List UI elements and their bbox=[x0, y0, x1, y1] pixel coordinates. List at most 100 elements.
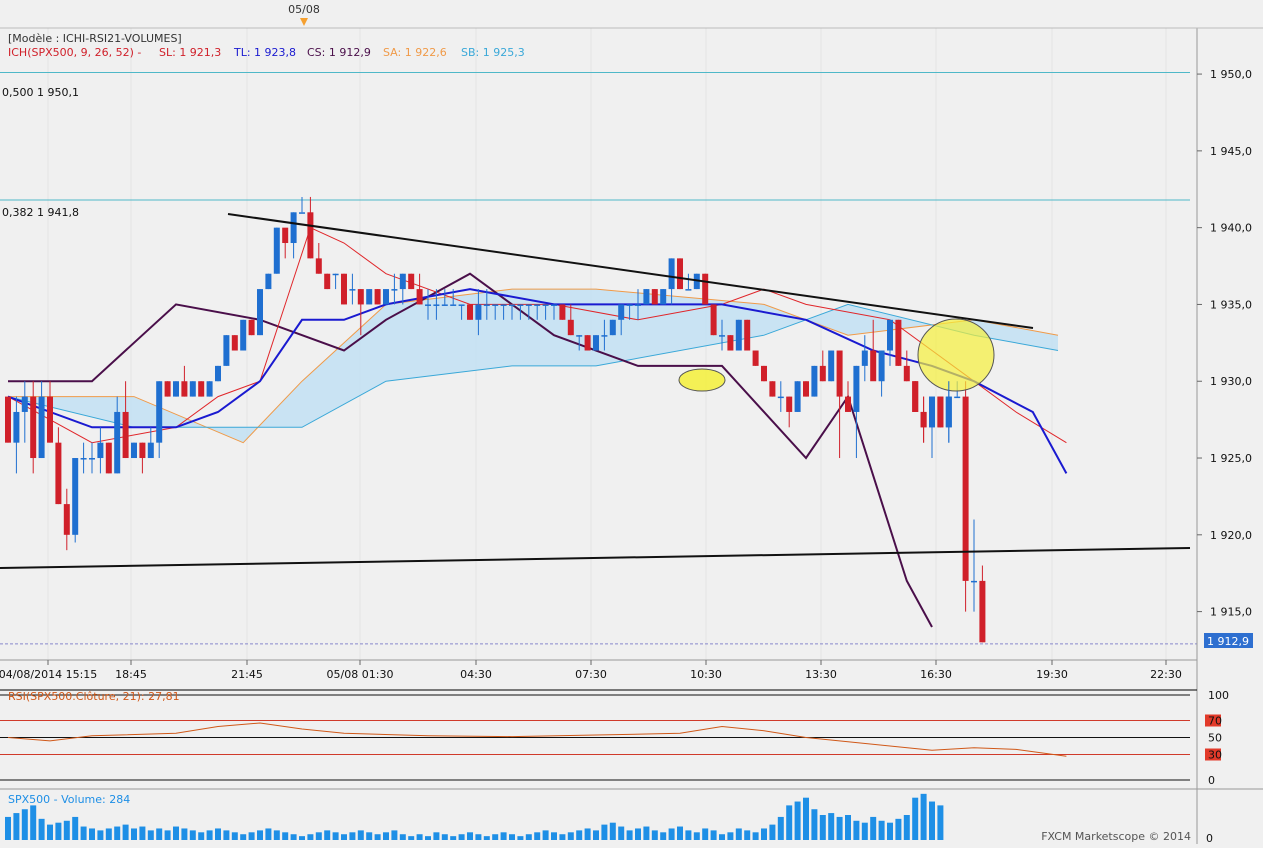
price-tick-label: 1 950,0 bbox=[1210, 68, 1252, 81]
candle-body bbox=[777, 396, 784, 399]
volume-bar bbox=[576, 830, 583, 840]
candle-body bbox=[374, 289, 381, 305]
candle-body bbox=[920, 411, 927, 428]
candle-body bbox=[954, 396, 961, 399]
volume-bar bbox=[425, 836, 431, 840]
candle-body bbox=[164, 381, 171, 397]
candle-body bbox=[861, 350, 868, 366]
candle-body bbox=[710, 304, 717, 336]
volume-bar bbox=[206, 830, 213, 840]
volume-bar bbox=[122, 824, 129, 840]
volume-bar bbox=[273, 830, 280, 840]
candle-body bbox=[912, 381, 919, 412]
candle-body bbox=[324, 273, 331, 290]
volume-bar bbox=[593, 830, 599, 840]
candle-body bbox=[878, 350, 885, 382]
volume-bar bbox=[131, 828, 137, 840]
candle-body bbox=[349, 289, 356, 291]
volume-bar bbox=[752, 832, 759, 840]
time-tick-label: 10:30 bbox=[690, 668, 722, 681]
volume-bar bbox=[525, 834, 532, 840]
candle-body bbox=[929, 396, 935, 428]
volume-bar bbox=[769, 824, 776, 840]
chart-svg[interactable]: 1 950,0 1 945,0 1 940,0 1 935,0 1 930,0 1 925… bbox=[0, 0, 1263, 845]
candle-body bbox=[719, 335, 725, 337]
candle-body bbox=[147, 442, 154, 459]
volume-bar bbox=[828, 813, 835, 840]
volume-bar bbox=[433, 832, 440, 840]
chart-root: 1 950,0 1 945,0 1 940,0 1 935,0 1 930,0 1 925… bbox=[0, 0, 1263, 845]
volume-bar bbox=[173, 826, 179, 840]
price-tick-label: 1 930,0 bbox=[1210, 375, 1252, 388]
volume-bar bbox=[819, 815, 826, 840]
volume-bar bbox=[735, 828, 742, 840]
volume-bar bbox=[198, 832, 205, 840]
candle-body bbox=[97, 442, 104, 459]
volume-bar bbox=[458, 834, 465, 840]
candle-body bbox=[206, 381, 213, 397]
candle-body bbox=[38, 396, 45, 459]
candle-body bbox=[584, 335, 591, 351]
volume-bar bbox=[5, 816, 11, 840]
price-tick-label: 1 935,0 bbox=[1210, 298, 1252, 311]
rsi-level-label: 30 bbox=[1208, 749, 1222, 762]
candle-body bbox=[122, 411, 129, 459]
candle-body bbox=[299, 212, 305, 214]
fib-label-500: 0,500 1 950,1 bbox=[2, 86, 79, 99]
candle-body bbox=[307, 212, 314, 259]
volume-bar bbox=[937, 805, 944, 840]
volume-bar bbox=[861, 822, 868, 840]
rsi-level-label: 0 bbox=[1208, 774, 1215, 787]
volume-bar bbox=[341, 834, 347, 840]
volume-bar bbox=[803, 797, 809, 840]
candle-body bbox=[828, 350, 835, 382]
volume-bar bbox=[618, 826, 625, 840]
volume-bar bbox=[231, 832, 238, 840]
time-tick-label: 21:45 bbox=[231, 668, 263, 681]
candle-body bbox=[105, 442, 112, 474]
candle-body bbox=[63, 504, 70, 535]
volume-bar bbox=[492, 834, 499, 840]
candle-body bbox=[483, 304, 490, 306]
time-tick-label: 18:45 bbox=[115, 668, 147, 681]
volume-bar bbox=[903, 815, 910, 840]
volume-bar bbox=[811, 809, 818, 840]
volume-bar bbox=[416, 834, 423, 840]
volume-bar bbox=[72, 816, 79, 840]
volume-bar bbox=[97, 830, 104, 840]
volume-bar bbox=[164, 830, 171, 840]
candle-body bbox=[870, 350, 877, 382]
candle-body bbox=[626, 304, 633, 306]
volume-bar bbox=[693, 832, 700, 840]
volume-bar bbox=[189, 830, 196, 840]
candle-body bbox=[836, 350, 843, 397]
candle-body bbox=[391, 289, 398, 291]
candle-body bbox=[282, 227, 289, 244]
candle-body bbox=[643, 289, 650, 305]
candle-body bbox=[198, 381, 205, 397]
candle-body bbox=[425, 304, 431, 306]
candle-body bbox=[332, 273, 339, 276]
volume-bar bbox=[509, 834, 515, 840]
price-tick-label: 1 915,0 bbox=[1210, 606, 1252, 619]
candle-body bbox=[450, 304, 457, 306]
volume-bar bbox=[836, 816, 843, 840]
volume-bar bbox=[307, 834, 314, 840]
candle-body bbox=[786, 396, 793, 412]
candle-body bbox=[542, 304, 549, 306]
volume-bar bbox=[290, 834, 297, 840]
rsi-level-label: 70 bbox=[1208, 715, 1222, 728]
candle-body bbox=[845, 396, 851, 412]
candle-body bbox=[761, 365, 767, 382]
volume-bar bbox=[845, 815, 851, 840]
volume-bar bbox=[30, 805, 37, 840]
candle-body bbox=[618, 304, 625, 320]
date-marker-label: 05/08 bbox=[288, 3, 320, 16]
volume-bar bbox=[702, 828, 709, 840]
candle-body bbox=[660, 289, 667, 305]
time-tick-label: 19:30 bbox=[1036, 668, 1068, 681]
candle-body bbox=[567, 319, 574, 336]
candle-body bbox=[887, 319, 893, 351]
volume-bar bbox=[408, 836, 415, 840]
volume-bar bbox=[920, 793, 927, 840]
